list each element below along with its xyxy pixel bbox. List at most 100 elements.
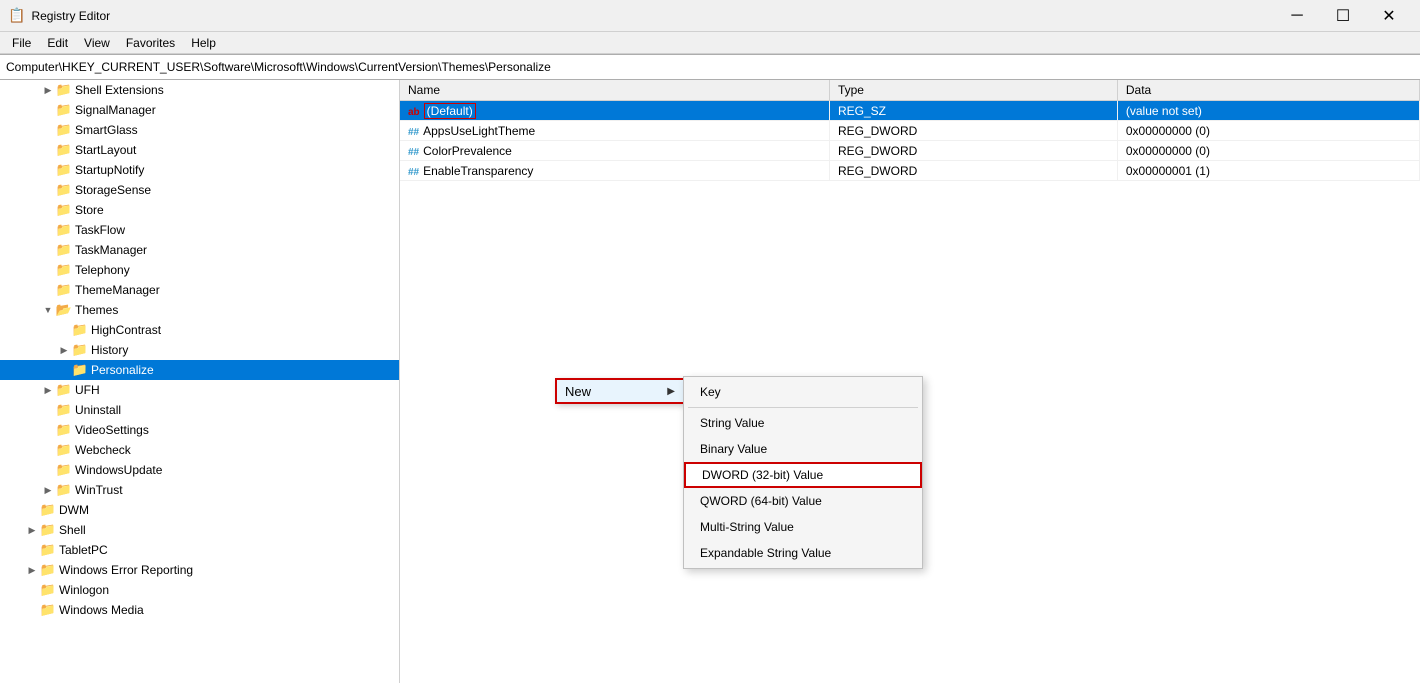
tree-label: SignalManager [75,103,156,117]
tree-label: Windows Media [59,603,144,617]
folder-icon: 📂 [56,303,72,317]
tree-label: Webcheck [75,443,131,457]
tree-item[interactable]: 📁HighContrast [0,320,399,340]
submenu-item[interactable]: Binary Value [684,436,922,462]
tree-label: Winlogon [59,583,109,597]
tree-item[interactable]: ▶📁Windows Error Reporting [0,560,399,580]
tree-item[interactable]: 📁Store [0,200,399,220]
tree-label: Shell Extensions [75,83,164,97]
folder-icon: 📁 [56,163,72,177]
tree-expand-icon: ▼ [40,305,56,315]
folder-icon: 📁 [56,423,72,437]
tree-item[interactable]: 📁Uninstall [0,400,399,420]
address-bar: Computer\HKEY_CURRENT_USER\Software\Micr… [0,54,1420,80]
menu-item-help[interactable]: Help [183,34,224,52]
folder-icon: 📁 [72,323,88,337]
tree-label: Themes [75,303,118,317]
folder-icon: 📁 [56,383,72,397]
submenu-item[interactable]: Key [684,379,922,405]
context-menu-overlay: New ▶ Key String ValueBinary ValueDWORD (… [400,80,1420,683]
tree-label: UFH [75,383,100,397]
tree-expand-icon: ▶ [40,85,56,96]
folder-icon: 📁 [40,543,56,557]
tree-expand-icon: ▶ [24,565,40,576]
tree-item[interactable]: 📁StartLayout [0,140,399,160]
folder-icon: 📁 [56,203,72,217]
menu-bar: FileEditViewFavoritesHelp [0,32,1420,54]
tree-label: Shell [59,523,86,537]
tree-label: TaskManager [75,243,147,257]
tree-label: TaskFlow [75,223,125,237]
tree-label: StorageSense [75,183,151,197]
tree-item[interactable]: 📁SmartGlass [0,120,399,140]
folder-icon: 📁 [56,223,72,237]
folder-icon: 📁 [56,83,72,97]
tree-label: StartupNotify [75,163,144,177]
tree-item[interactable]: 📁Windows Media [0,600,399,620]
tree-label: VideoSettings [75,423,149,437]
tree-item[interactable]: 📁StorageSense [0,180,399,200]
folder-icon: 📁 [56,403,72,417]
submenu-item[interactable]: String Value [684,410,922,436]
window-controls: ─ ☐ ✕ [1274,0,1412,32]
tree-item[interactable]: 📁TaskFlow [0,220,399,240]
tree-item[interactable]: ▶📁WinTrust [0,480,399,500]
submenu-separator [688,407,918,408]
submenu-item[interactable]: DWORD (32-bit) Value [684,462,922,488]
folder-icon: 📁 [56,283,72,297]
close-button[interactable]: ✕ [1366,0,1412,32]
folder-icon: 📁 [56,463,72,477]
folder-icon: 📁 [40,563,56,577]
menu-item-file[interactable]: File [4,34,39,52]
submenu-item[interactable]: QWORD (64-bit) Value [684,488,922,514]
menu-item-edit[interactable]: Edit [39,34,76,52]
new-arrow: ▶ [667,386,675,397]
maximize-button[interactable]: ☐ [1320,0,1366,32]
tree-label: WindowsUpdate [75,463,162,477]
tree-label: WinTrust [75,483,123,497]
tree-label: HighContrast [91,323,161,337]
tree-item[interactable]: ▶📁UFH [0,380,399,400]
title-bar-left: 📋 Registry Editor [8,7,110,24]
tree-item[interactable]: ▶📁History [0,340,399,360]
folder-icon: 📁 [56,443,72,457]
tree-item[interactable]: 📁Winlogon [0,580,399,600]
tree-expand-icon: ▶ [40,485,56,496]
tree-item[interactable]: 📁DWM [0,500,399,520]
tree-item[interactable]: 📁Webcheck [0,440,399,460]
folder-icon: 📁 [56,243,72,257]
folder-icon: 📁 [56,123,72,137]
menu-item-favorites[interactable]: Favorites [118,34,183,52]
menu-item-view[interactable]: View [76,34,118,52]
tree-item[interactable]: ▼📂Themes [0,300,399,320]
tree-item[interactable]: 📁TaskManager [0,240,399,260]
tree-label: TabletPC [59,543,108,557]
submenu-item[interactable]: Expandable String Value [684,540,922,566]
tree-item[interactable]: 📁ThemeManager [0,280,399,300]
tree-label: Uninstall [75,403,121,417]
minimize-button[interactable]: ─ [1274,0,1320,32]
folder-icon: 📁 [40,503,56,517]
folder-icon: 📁 [40,603,56,617]
folder-icon: 📁 [56,103,72,117]
sidebar-tree: ▶📁Shell Extensions📁SignalManager📁SmartGl… [0,80,400,683]
tree-item[interactable]: 📁VideoSettings [0,420,399,440]
title-bar: 📋 Registry Editor ─ ☐ ✕ [0,0,1420,32]
folder-icon: 📁 [56,183,72,197]
tree-item[interactable]: 📁WindowsUpdate [0,460,399,480]
tree-item[interactable]: 📁Personalize [0,360,399,380]
tree-item[interactable]: 📁StartupNotify [0,160,399,180]
tree-item[interactable]: 📁TabletPC [0,540,399,560]
tree-item[interactable]: 📁Telephony [0,260,399,280]
submenu-item[interactable]: Multi-String Value [684,514,922,540]
tree-item[interactable]: ▶📁Shell Extensions [0,80,399,100]
new-submenu: Key String ValueBinary ValueDWORD (32-bit… [683,376,923,569]
tree-expand-icon: ▶ [56,345,72,356]
tree-item[interactable]: 📁SignalManager [0,100,399,120]
folder-icon: 📁 [72,363,88,377]
new-button[interactable]: New ▶ [555,378,685,404]
folder-icon: 📁 [56,263,72,277]
new-label: New [565,384,591,399]
tree-item[interactable]: ▶📁Shell [0,520,399,540]
folder-icon: 📁 [72,343,88,357]
